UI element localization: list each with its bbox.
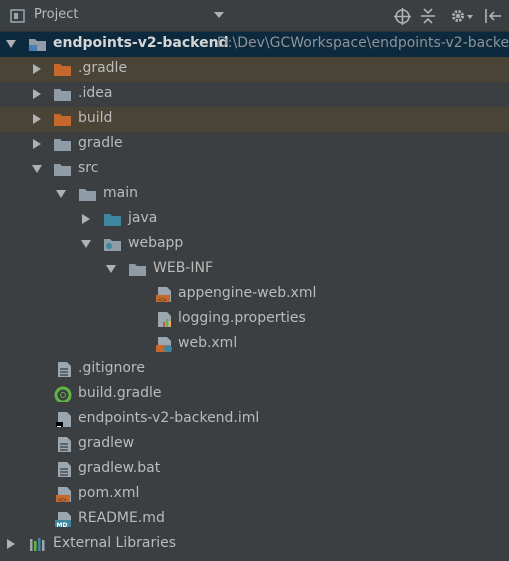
tree-node-readme[interactable]: MD README.md — [0, 507, 509, 532]
excluded-folder-icon — [54, 64, 71, 76]
tree-item-label: gradle — [78, 135, 123, 151]
tree-node-gradle-cache[interactable]: .gradle — [0, 57, 509, 82]
web-xml-file-icon — [156, 337, 172, 352]
svg-text:MD: MD — [57, 522, 68, 527]
dropdown-icon[interactable] — [214, 12, 224, 19]
svg-text:<>: <> — [158, 296, 166, 302]
tree-item-label: External Libraries — [53, 535, 176, 551]
tree-item-label: .gradle — [78, 60, 128, 76]
tree-item-label: README.md — [78, 510, 165, 526]
tree-item-label: pom.xml — [78, 485, 140, 501]
tree-node-web-xml[interactable]: web.xml — [0, 332, 509, 357]
tree-node-build[interactable]: build — [0, 107, 509, 132]
folder-icon — [54, 139, 71, 151]
expanded-arrow-icon[interactable] — [5, 38, 17, 50]
tree-node-gradlew[interactable]: gradlew — [0, 432, 509, 457]
tree-item-label: build — [78, 110, 113, 126]
root-path: D:\Dev\GCWorkspace\endpoints-v2-backend — [217, 35, 509, 51]
tree-item-label: appengine-web.xml — [178, 285, 317, 301]
collapsed-arrow-icon[interactable] — [5, 538, 17, 550]
project-tool-window-header: Project — [0, 0, 509, 32]
tool-window-title[interactable]: Project — [34, 7, 78, 22]
collapsed-arrow-icon[interactable] — [31, 138, 43, 150]
expanded-arrow-icon[interactable] — [31, 163, 43, 175]
tree-node-src[interactable]: src — [0, 157, 509, 182]
markdown-file-icon: MD — [55, 512, 71, 527]
tree-item-label: .gitignore — [78, 360, 145, 376]
tree-node-pom-xml[interactable]: <> pom.xml — [0, 482, 509, 507]
tree-node-external-libraries[interactable]: External Libraries — [0, 532, 509, 557]
text-file-icon — [58, 462, 71, 477]
tree-item-label: web.xml — [178, 335, 238, 351]
root-label: endpoints-v2-backend — [53, 35, 229, 51]
folder-icon — [129, 264, 146, 276]
collapsed-arrow-icon[interactable] — [31, 88, 43, 100]
tree-node-webapp[interactable]: webapp — [0, 232, 509, 257]
tree-node-build-gradle[interactable]: build.gradle — [0, 382, 509, 407]
collapse-all-icon[interactable] — [420, 8, 436, 24]
project-view-icon[interactable] — [10, 8, 26, 24]
svg-text:<>: <> — [58, 496, 66, 502]
tree-node-root[interactable]: endpoints-v2-backend D:\Dev\GCWorkspace\… — [0, 32, 509, 57]
tree-item-label: main — [103, 185, 138, 201]
excluded-folder-icon — [54, 114, 71, 126]
tree-item-label: src — [78, 160, 99, 176]
settings-icon[interactable] — [451, 8, 475, 24]
locate-icon[interactable] — [394, 8, 411, 25]
tree-node-idea[interactable]: .idea — [0, 82, 509, 107]
tree-item-label: webapp — [128, 235, 184, 251]
tree-node-iml[interactable]: endpoints-v2-backend.iml — [0, 407, 509, 432]
xml-file-icon: <> — [56, 487, 71, 502]
module-folder-icon — [29, 39, 46, 51]
collapsed-arrow-icon[interactable] — [31, 113, 43, 125]
libraries-icon — [30, 538, 45, 551]
expanded-arrow-icon[interactable] — [55, 188, 67, 200]
tree-node-gradlew-bat[interactable]: gradlew.bat — [0, 457, 509, 482]
tree-node-java[interactable]: java — [0, 207, 509, 232]
tree-item-label: gradlew.bat — [78, 460, 161, 476]
collapsed-arrow-icon[interactable] — [80, 213, 92, 225]
tree-item-label: logging.properties — [178, 310, 306, 326]
tree-item-label: WEB-INF — [153, 260, 213, 276]
iml-file-icon — [56, 412, 71, 427]
tree-node-gitignore[interactable]: .gitignore — [0, 357, 509, 382]
folder-icon — [79, 189, 96, 201]
expanded-arrow-icon[interactable] — [105, 263, 117, 275]
hide-icon[interactable] — [484, 8, 502, 24]
expanded-arrow-icon[interactable] — [80, 238, 92, 250]
text-file-icon — [58, 437, 71, 452]
gradle-file-icon — [54, 386, 72, 402]
folder-icon — [54, 164, 71, 176]
tree-node-web-inf[interactable]: WEB-INF — [0, 257, 509, 282]
tree-item-label: .idea — [78, 85, 113, 101]
tree-item-label: build.gradle — [78, 385, 162, 401]
tree-item-label: endpoints-v2-backend.iml — [78, 410, 260, 426]
web-folder-icon — [104, 239, 121, 251]
source-folder-icon — [104, 214, 121, 226]
properties-file-icon — [158, 312, 171, 327]
collapsed-arrow-icon[interactable] — [31, 63, 43, 75]
tree-item-label: java — [128, 210, 158, 226]
text-file-icon — [58, 362, 71, 377]
tree-node-logging-properties[interactable]: logging.properties — [0, 307, 509, 332]
tree-node-gradle[interactable]: gradle — [0, 132, 509, 157]
folder-icon — [54, 89, 71, 101]
tree-node-main[interactable]: main — [0, 182, 509, 207]
tree-node-appengine-web-xml[interactable]: <> appengine-web.xml — [0, 282, 509, 307]
xml-file-icon: <> — [156, 287, 171, 302]
tree-item-label: gradlew — [78, 435, 135, 451]
